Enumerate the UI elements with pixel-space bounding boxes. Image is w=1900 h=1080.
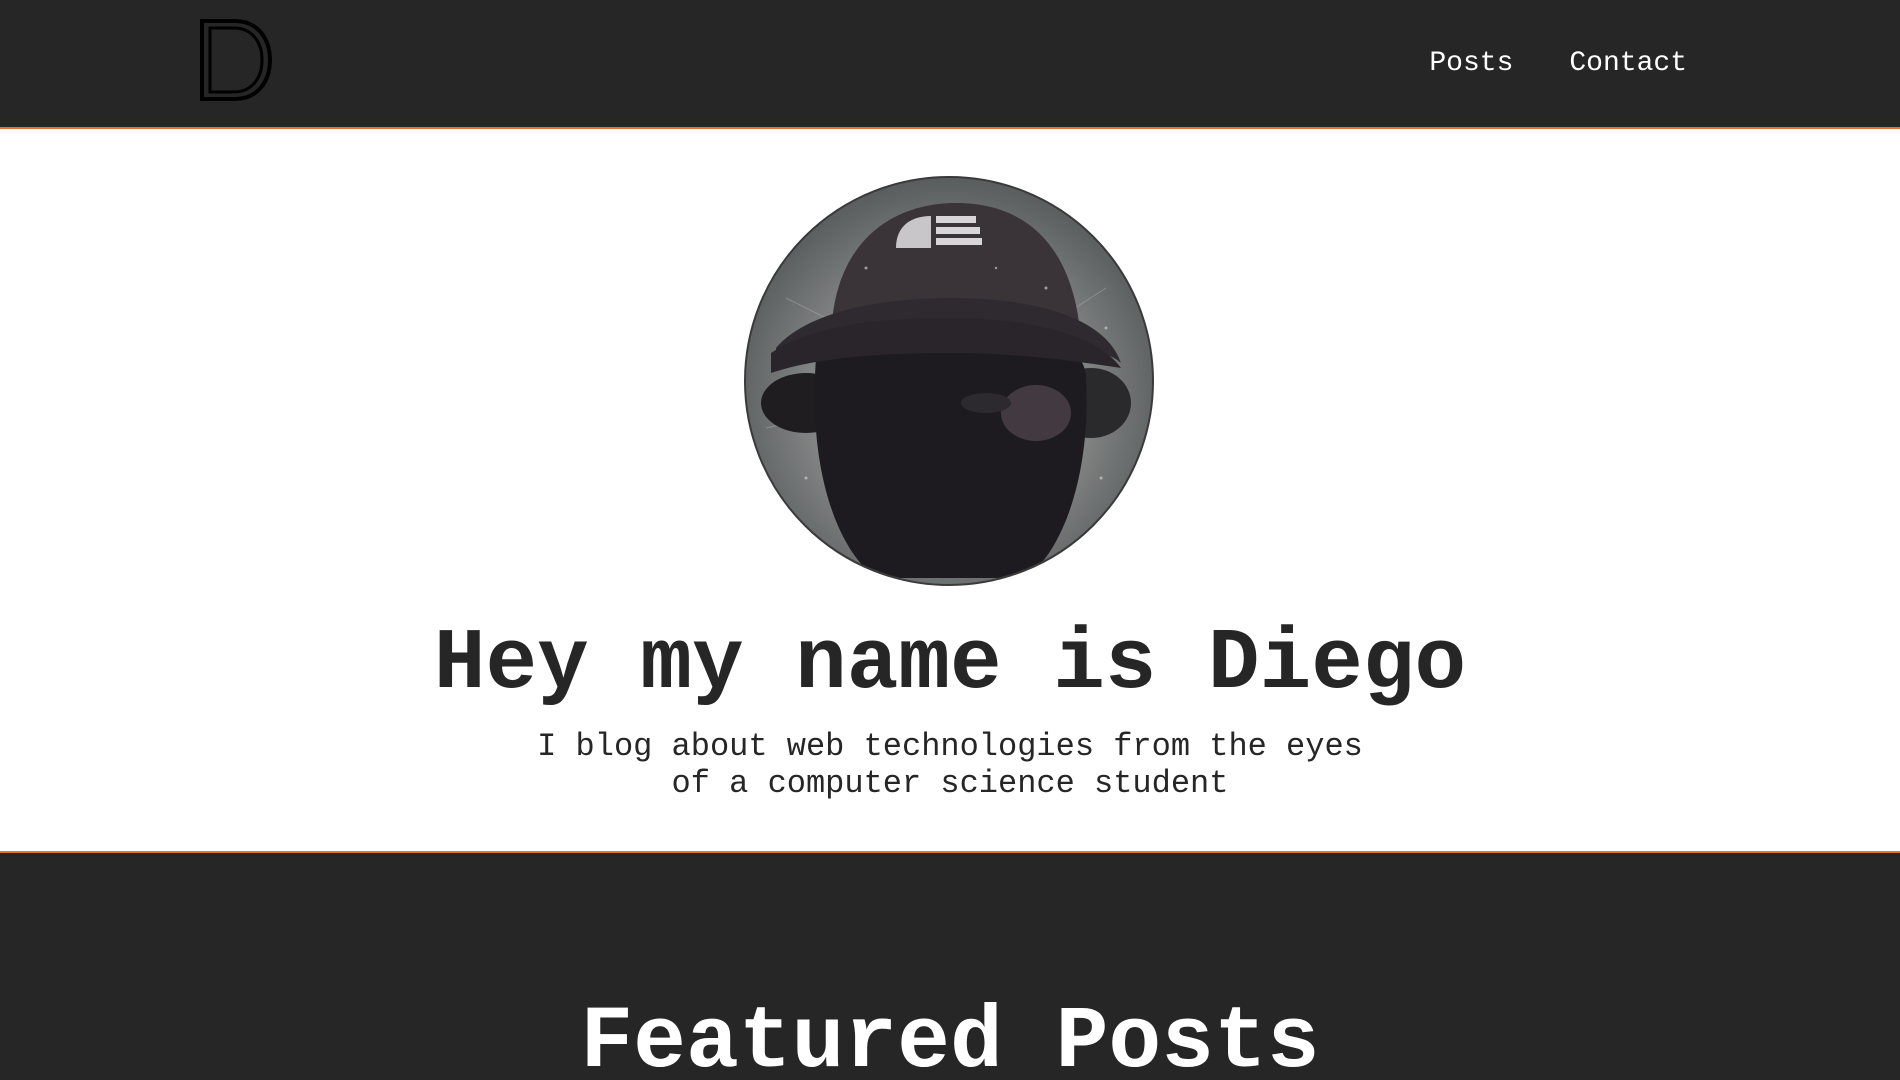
nav-link-contact[interactable]: Contact: [1569, 44, 1687, 84]
featured-posts-section: Featured Posts: [0, 851, 1900, 1080]
navbar: Posts Contact: [0, 0, 1900, 129]
logo-d-icon: [200, 19, 273, 101]
featured-posts-title: Featured Posts: [580, 994, 1320, 1080]
nav-links: Posts Contact: [1429, 44, 1687, 84]
nav-link-posts[interactable]: Posts: [1429, 44, 1513, 84]
hero-title: Hey my name is Diego: [433, 615, 1467, 713]
hero-subtitle-line-1: I blog about web technologies from the e…: [537, 728, 1363, 765]
logo-link[interactable]: [199, 18, 273, 102]
hero-section: Hey my name is Diego I blog about web te…: [0, 129, 1900, 851]
avatar: [744, 176, 1154, 586]
hero-subtitle-line-2: of a computer science student: [671, 765, 1229, 802]
hero-subtitle: I blog about web technologies from the e…: [500, 728, 1400, 802]
profile-photo-image: [761, 203, 1131, 578]
